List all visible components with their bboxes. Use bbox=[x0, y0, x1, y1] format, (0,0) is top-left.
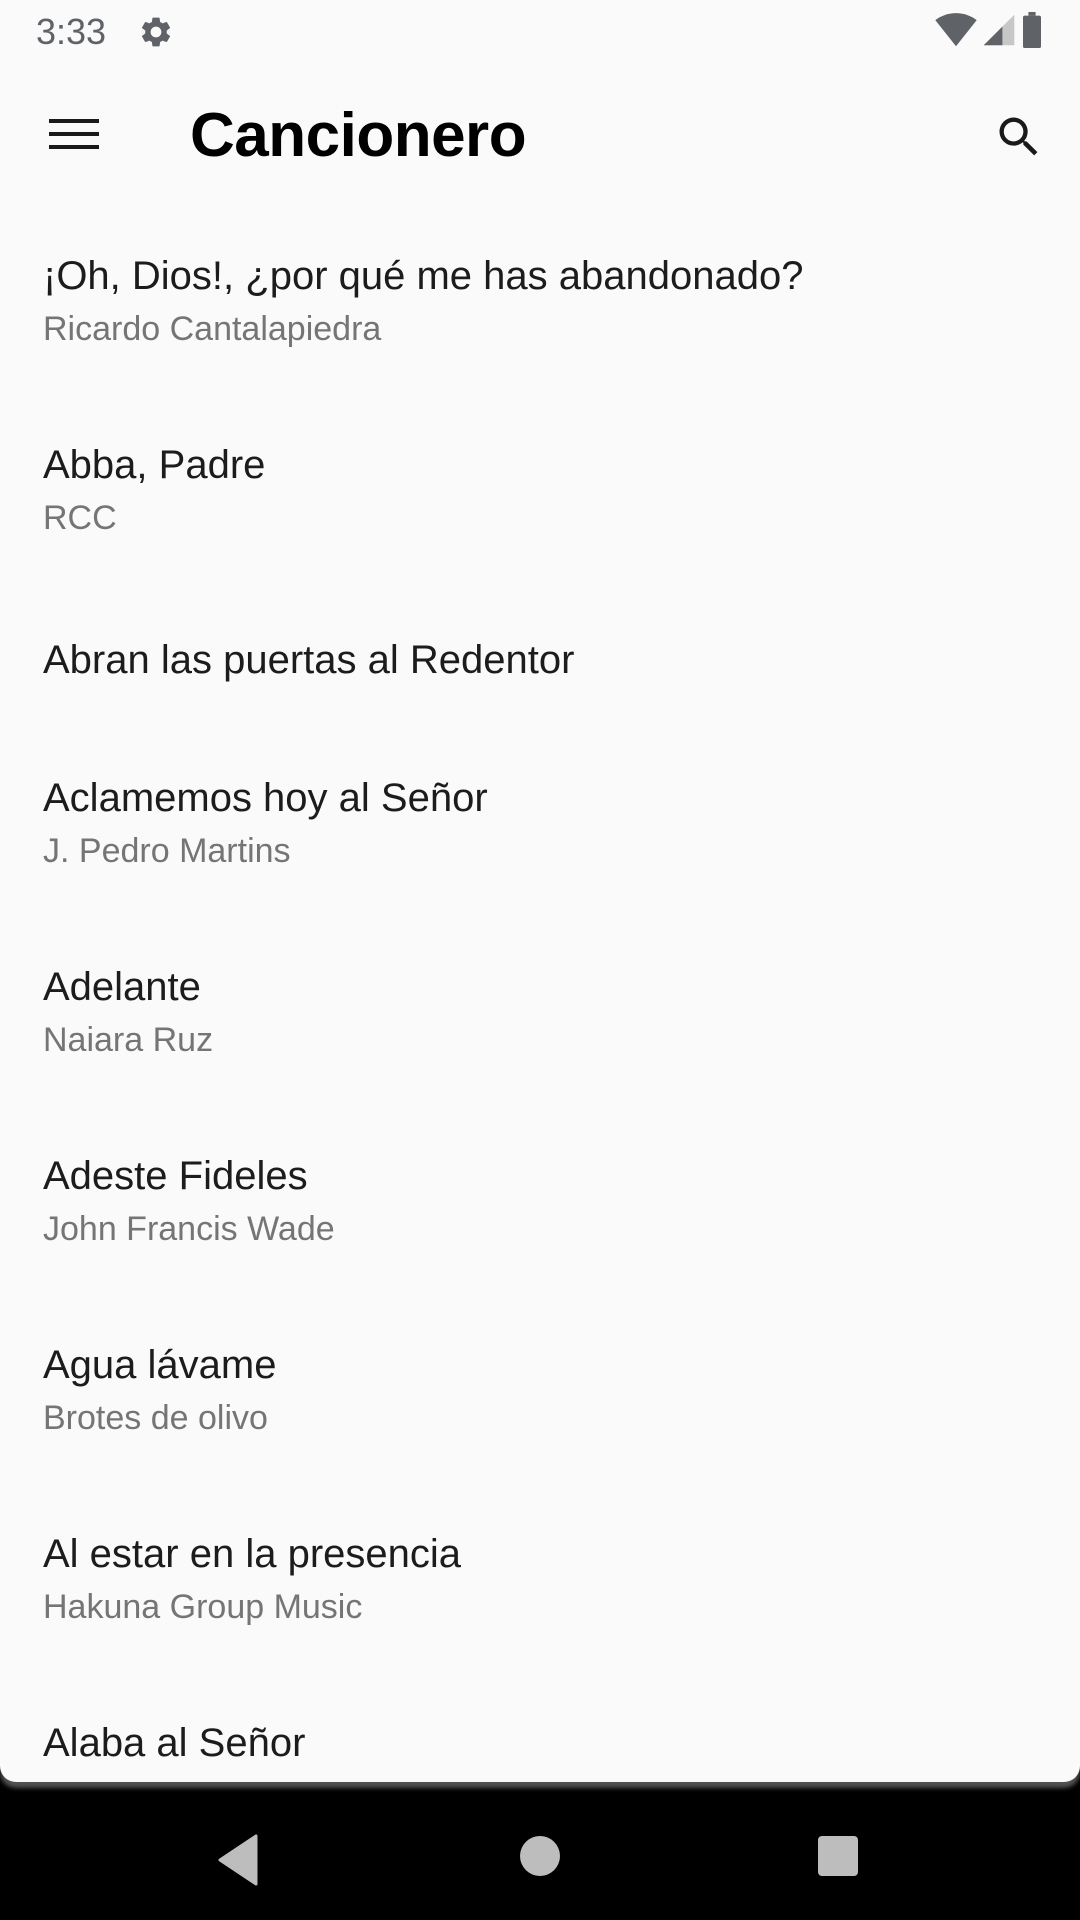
song-list-item[interactable]: Abba, Padre RCC bbox=[0, 421, 1080, 610]
song-list-item[interactable]: Agua lávame Brotes de olivo bbox=[0, 1321, 1080, 1510]
song-title: Al estar en la presencia bbox=[43, 1532, 462, 1576]
gear-icon bbox=[138, 14, 174, 50]
hamburger-menu-icon bbox=[49, 116, 99, 157]
song-title: Adeste Fideles bbox=[43, 1154, 308, 1198]
song-author: John Francis Wade bbox=[43, 1210, 335, 1248]
song-list: ¡Oh, Dios!, ¿por qué me has abandonado? … bbox=[0, 232, 1080, 1782]
page-title: Cancionero bbox=[190, 101, 527, 170]
status-time: 3:33 bbox=[36, 11, 107, 52]
song-title: Adelante bbox=[43, 965, 201, 1009]
song-list-item[interactable]: Al estar en la presencia Hakuna Group Mu… bbox=[0, 1510, 1080, 1699]
song-author: Hakuna Group Music bbox=[43, 1588, 363, 1626]
home-button[interactable] bbox=[520, 1836, 560, 1876]
song-author: Ricardo Cantalapiedra bbox=[43, 310, 382, 348]
wifi-icon bbox=[934, 12, 978, 53]
song-author: J. Pedro Martins bbox=[43, 832, 291, 870]
song-title: ¡Oh, Dios!, ¿por qué me has abandonado? bbox=[43, 254, 804, 298]
song-title: Alaba al Señor bbox=[43, 1721, 306, 1765]
search-icon bbox=[993, 111, 1045, 168]
song-title: Abran las puertas al Redentor bbox=[43, 638, 575, 682]
app-screen: 3:33 Cancionero ¡Oh, Dios!, ¿por qué me … bbox=[0, 0, 1080, 1782]
cell-signal-icon bbox=[982, 12, 1016, 53]
song-title: Abba, Padre bbox=[43, 443, 266, 487]
song-author: Brotes de olivo bbox=[43, 1399, 268, 1437]
song-title: Aclamemos hoy al Señor bbox=[43, 776, 488, 820]
back-triangle-icon bbox=[216, 1834, 260, 1890]
song-title: Agua lávame bbox=[43, 1343, 277, 1387]
status-bar: 3:33 bbox=[0, 0, 1080, 64]
app-bar: Cancionero bbox=[0, 64, 1080, 208]
song-list-item[interactable]: Abran las puertas al Redentor bbox=[0, 610, 1080, 754]
recents-button[interactable] bbox=[818, 1836, 858, 1876]
song-list-item[interactable]: Alaba al Señor bbox=[0, 1699, 1080, 1782]
song-author: RCC bbox=[43, 499, 117, 537]
song-list-item[interactable]: ¡Oh, Dios!, ¿por qué me has abandonado? … bbox=[0, 232, 1080, 421]
song-list-item[interactable]: Adeste Fideles John Francis Wade bbox=[0, 1132, 1080, 1321]
system-nav-bar bbox=[0, 1782, 1080, 1920]
menu-button[interactable] bbox=[30, 100, 118, 172]
song-author: Naiara Ruz bbox=[43, 1021, 214, 1059]
status-icons bbox=[934, 11, 1044, 53]
battery-icon bbox=[1020, 11, 1044, 53]
search-button[interactable] bbox=[984, 104, 1054, 174]
song-list-item[interactable]: Aclamemos hoy al Señor J. Pedro Martins bbox=[0, 754, 1080, 943]
song-list-item[interactable]: Adelante Naiara Ruz bbox=[0, 943, 1080, 1132]
back-button[interactable] bbox=[216, 1834, 260, 1886]
